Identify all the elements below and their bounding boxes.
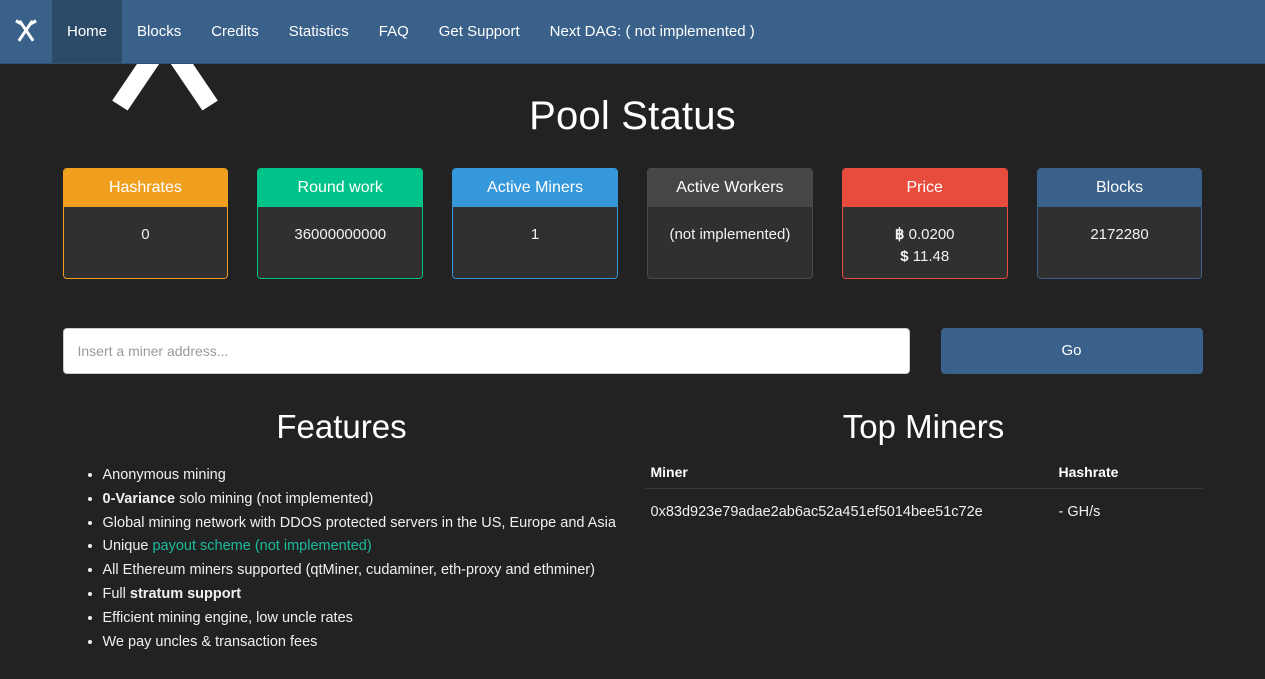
nav-item-next-dag[interactable]: Next DAG: ( not implemented ) <box>535 0 770 63</box>
stat-card-blocks: Blocks 2172280 <box>1036 168 1203 279</box>
price-usd-line: $ 11.48 <box>851 246 999 268</box>
stat-card-hashrates: Hashrates 0 <box>62 168 229 279</box>
feature-item: 0-Variance solo mining (not implemented) <box>103 488 621 511</box>
brand-logo-link[interactable] <box>0 0 52 63</box>
features-title: Features <box>276 407 407 445</box>
nav-item-get-support[interactable]: Get Support <box>424 0 535 63</box>
column-header-hashrate: Hashrate <box>1058 463 1119 480</box>
feature-text: solo mining (not implemented) <box>175 490 374 507</box>
dollar-symbol-icon: $ <box>900 247 909 265</box>
page-title: Pool Status <box>529 94 736 138</box>
nav-item-blocks[interactable]: Blocks <box>122 0 196 63</box>
miner-search-row: Go <box>62 327 1203 374</box>
feature-bold: 0-Variance <box>102 490 176 507</box>
features-list: Anonymous mining 0-Variance solo mining … <box>63 464 621 654</box>
nav-item-label: Blocks <box>137 23 182 40</box>
bitcoin-symbol-icon: ฿ <box>894 226 905 244</box>
search-input[interactable] <box>62 327 910 374</box>
feature-item: We pay uncles & transaction fees <box>103 631 621 654</box>
feature-text: Efficient mining engine, low uncle rates <box>102 610 353 627</box>
stat-card-round-work: Round work 36000000000 <box>257 168 424 279</box>
nav-item-list: Home Blocks Credits Statistics FAQ Get S… <box>52 0 770 63</box>
nav-item-label: Get Support <box>438 23 520 40</box>
stat-card-label: Active Workers <box>647 169 812 208</box>
feature-item: Full stratum support <box>103 583 621 606</box>
stat-card-label: Active Miners <box>453 169 617 208</box>
nav-item-credits[interactable]: Credits <box>196 0 274 63</box>
cell-hashrate: - GH/s <box>1052 487 1203 528</box>
table-header-row: Miner Hashrate <box>645 464 1203 489</box>
feature-item: All Ethereum miners supported (qtMiner, … <box>103 559 621 582</box>
nav-item-home[interactable]: Home <box>52 0 123 63</box>
price-btc-value: 0.0200 <box>908 226 955 244</box>
feature-text: Full <box>102 586 130 603</box>
feature-text: Global mining network with DDOS protecte… <box>102 514 616 531</box>
feature-item: Anonymous mining <box>103 464 621 487</box>
feature-text: We pay uncles & transaction fees <box>102 634 318 651</box>
top-miners-title: Top Miners <box>842 407 1005 445</box>
nav-item-label: FAQ <box>378 23 409 40</box>
stat-card-value: 2172280 <box>1037 207 1202 278</box>
stat-card-value: 0 <box>63 207 228 278</box>
price-btc-line: ฿ 0.0200 <box>851 224 999 246</box>
nav-item-label: Home <box>67 23 108 40</box>
crossed-hammers-icon <box>12 18 40 46</box>
table-row[interactable]: 0x83d923e79adae2ab6ac52a451ef5014bee51c7… <box>644 487 1203 528</box>
nav-item-faq[interactable]: FAQ <box>364 0 424 63</box>
feature-item: Unique payout scheme (not implemented) <box>103 535 621 558</box>
feature-text: Anonymous mining <box>102 466 226 483</box>
pool-status-cards: Hashrates 0 Round work 36000000000 Activ… <box>62 168 1203 279</box>
feature-item: Global mining network with DDOS protecte… <box>103 512 621 535</box>
feature-item: Efficient mining engine, low uncle rates <box>103 607 621 630</box>
stat-card-price: Price ฿ 0.0200 $ 11.48 <box>841 168 1008 279</box>
top-miners-table: Miner Hashrate 0x83d923e79adae2ab6ac52a4… <box>644 464 1203 528</box>
price-usd-value: 11.48 <box>912 247 950 265</box>
stat-card-label: Price <box>842 169 1007 208</box>
stat-card-active-workers: Active Workers (not implemented) <box>646 168 813 279</box>
nav-item-label: Statistics <box>288 23 349 40</box>
stat-card-value: (not implemented) <box>647 207 812 278</box>
lower-columns: Features Anonymous mining 0-Variance sol… <box>63 408 1203 655</box>
stat-card-value: ฿ 0.0200 $ 11.48 <box>842 207 1007 278</box>
nav-item-label: Next DAG: ( not implemented ) <box>549 23 755 40</box>
nav-item-statistics[interactable]: Statistics <box>274 0 364 63</box>
stat-card-value: 1 <box>453 207 617 278</box>
features-column: Features Anonymous mining 0-Variance sol… <box>63 408 621 655</box>
go-button[interactable]: Go <box>940 327 1203 374</box>
stat-card-label: Round work <box>258 169 423 208</box>
top-miners-column: Top Miners Miner Hashrate 0x83d923e79ada… <box>644 407 1203 655</box>
stat-card-active-miners: Active Miners 1 <box>452 168 618 279</box>
stat-card-value: 36000000000 <box>258 207 423 278</box>
stat-card-label: Hashrates <box>63 169 228 208</box>
cell-miner-address[interactable]: 0x83d923e79adae2ab6ac52a451ef5014bee51c7… <box>644 487 1053 528</box>
feature-text: All Ethereum miners supported (qtMiner, … <box>102 562 595 579</box>
main-navbar: Home Blocks Credits Statistics FAQ Get S… <box>0 0 1265 64</box>
feature-text: Unique <box>102 538 153 555</box>
stat-card-label: Blocks <box>1037 169 1202 208</box>
payout-scheme-link[interactable]: payout scheme (not implemented) <box>152 538 371 554</box>
page-container: Pool Status Hashrates 0 Round work 36000… <box>62 94 1203 655</box>
nav-item-label: Credits <box>211 23 259 40</box>
feature-bold: stratum support <box>129 586 242 603</box>
column-header-miner: Miner <box>650 463 688 480</box>
